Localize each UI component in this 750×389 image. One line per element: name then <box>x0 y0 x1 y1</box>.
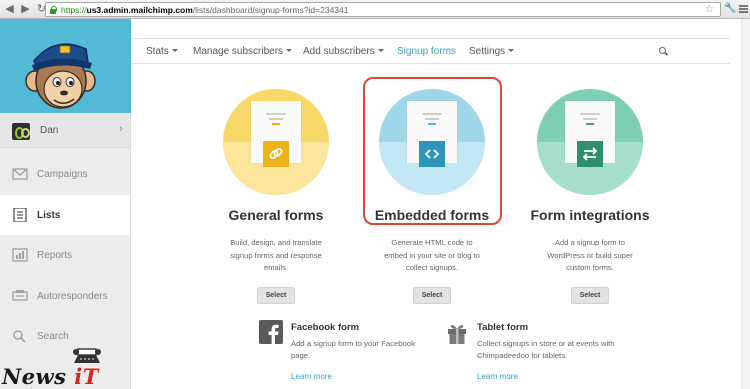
code-icon <box>419 141 445 167</box>
envelope-icon <box>12 168 28 180</box>
forward-icon[interactable]: ▶ <box>19 2 32 17</box>
browser-menu-icon[interactable] <box>739 5 748 13</box>
card-title: Form integrations <box>530 207 650 223</box>
form-integrations-illustration <box>537 89 643 195</box>
wrench-icon[interactable]: 🔧 <box>724 2 736 16</box>
nav-add-subscribers[interactable]: Add subscribers <box>303 46 384 57</box>
card-description: Generate HTML code to embed in your site … <box>384 238 480 272</box>
sidebar-item-label: Autoresponders <box>37 290 108 302</box>
nav-label: Stats <box>146 46 169 57</box>
card-embedded-forms: Embedded forms Generate HTML code to embe… <box>362 89 502 304</box>
newsit-watermark: News iT <box>2 342 102 389</box>
nav-manage-subscribers[interactable]: Manage subscribers <box>193 46 293 57</box>
sidebar-item-label: Campaigns <box>37 168 88 180</box>
sidebar-item-autoresponders[interactable]: Autoresponders <box>0 276 130 316</box>
card-general-forms: General forms Build, design, and transla… <box>206 89 346 304</box>
search-icon[interactable] <box>659 47 668 56</box>
caret-down-icon <box>171 49 178 52</box>
sidebar-item-campaigns[interactable]: Campaigns <box>0 154 130 194</box>
nav-stats[interactable]: Stats <box>146 46 178 57</box>
card-form-integrations: Form integrations Add a signup form to Wo… <box>520 89 660 304</box>
arrows-swap-icon <box>577 141 603 167</box>
sidebar-item-label: Reports <box>37 249 73 261</box>
user-menu[interactable]: Dan › <box>0 113 130 148</box>
facebook-learn-more-link[interactable]: Learn more <box>291 372 332 381</box>
watermark-text: News iT <box>2 364 99 389</box>
tablet-form-title: Tablet form <box>477 322 529 333</box>
nav-label: Signup forms <box>397 46 456 57</box>
sidebar-item-lists[interactable]: Lists <box>0 195 130 235</box>
card-title: General forms <box>228 207 324 223</box>
url-host: us3.admin.mailchimp.com <box>86 4 193 15</box>
tablet-learn-more-link[interactable]: Learn more <box>477 372 518 381</box>
brand-header[interactable] <box>0 19 131 113</box>
avatar <box>12 123 30 140</box>
lock-icon <box>49 5 57 14</box>
facebook-form-title: Facebook form <box>291 322 360 333</box>
bar-chart-icon <box>12 248 28 262</box>
nav-label: Manage subscribers <box>193 46 284 57</box>
tablet-form-description: Collect signups in store or at events wi… <box>477 339 615 360</box>
card-description: Build, design, and translate signup forms… <box>230 238 322 272</box>
caret-down-icon <box>508 49 515 52</box>
gift-icon <box>448 324 466 344</box>
nav-signup-forms[interactable]: Signup forms <box>397 46 456 57</box>
sidebar-item-label: Search <box>37 330 69 342</box>
url-path: /lists/dashboard/signup-forms?id=234341 <box>192 4 349 15</box>
select-embedded-forms-button[interactable]: Select <box>413 286 451 304</box>
autoresponder-icon <box>12 290 28 301</box>
card-description: Add a signup form to WordPress or build s… <box>547 238 633 272</box>
link-icon <box>263 141 289 167</box>
facebook-icon <box>259 320 283 344</box>
search-icon <box>13 330 26 343</box>
address-bar[interactable]: https://us3.admin.mailchimp.com/lists/da… <box>45 2 721 17</box>
caret-down-icon <box>286 49 293 52</box>
url-scheme: https:// <box>61 4 87 15</box>
back-icon[interactable]: ◀ <box>3 2 16 17</box>
select-form-integrations-button[interactable]: Select <box>571 286 609 304</box>
embedded-forms-illustration <box>379 89 485 195</box>
nav-label: Add subscribers <box>303 46 375 57</box>
browser-toolbar: ◀ ▶ ↻ https://us3.admin.mailchimp.com/li… <box>0 0 750 19</box>
sidebar-item-label: Lists <box>37 209 61 221</box>
nav-settings[interactable]: Settings <box>469 46 515 57</box>
facebook-form-section: Facebook form Add a signup form to your … <box>259 320 429 384</box>
mailchimp-logo-icon <box>25 43 96 109</box>
card-title: Embedded forms <box>374 207 490 223</box>
sidebar-item-reports[interactable]: Reports <box>0 235 130 275</box>
tablet-form-section: Tablet form Collect signups in store or … <box>445 320 615 384</box>
bookmark-star-icon[interactable]: ☆ <box>705 3 714 16</box>
general-forms-illustration <box>223 89 329 195</box>
nav-label: Settings <box>469 46 506 57</box>
top-navigation: Stats Manage subscribers Add subscribers… <box>131 38 730 64</box>
chevron-right-icon: › <box>119 123 123 135</box>
user-name: Dan <box>40 125 59 136</box>
scrollbar[interactable] <box>741 19 750 389</box>
caret-down-icon <box>377 49 384 52</box>
select-general-forms-button[interactable]: Select <box>257 286 295 304</box>
sidebar: Dan › Campaigns Lists Reports Autorespon… <box>0 19 131 389</box>
facebook-form-description: Add a signup form to your Facebook page. <box>291 339 415 360</box>
list-icon <box>13 208 27 222</box>
